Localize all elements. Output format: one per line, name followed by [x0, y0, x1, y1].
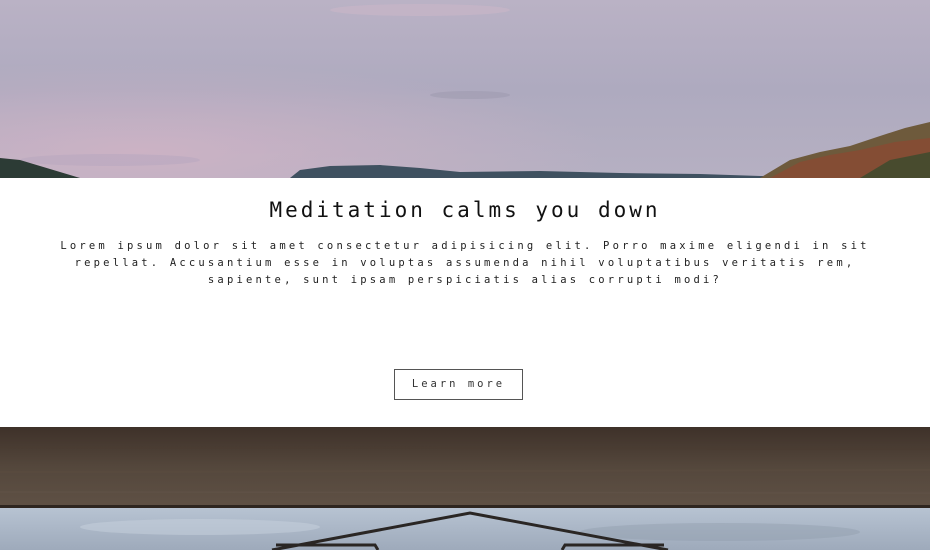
- hero-landscape-image: [0, 0, 930, 178]
- page: Meditation calms you down Lorem ipsum do…: [0, 0, 930, 550]
- section-description: Lorem ipsum dolor sit amet consectetur a…: [60, 240, 870, 286]
- learn-more-button[interactable]: Learn more: [394, 369, 523, 400]
- bottom-deck-image: [0, 427, 930, 550]
- section-title: Meditation calms you down: [269, 198, 661, 222]
- content-section: Meditation calms you down Lorem ipsum do…: [0, 178, 930, 427]
